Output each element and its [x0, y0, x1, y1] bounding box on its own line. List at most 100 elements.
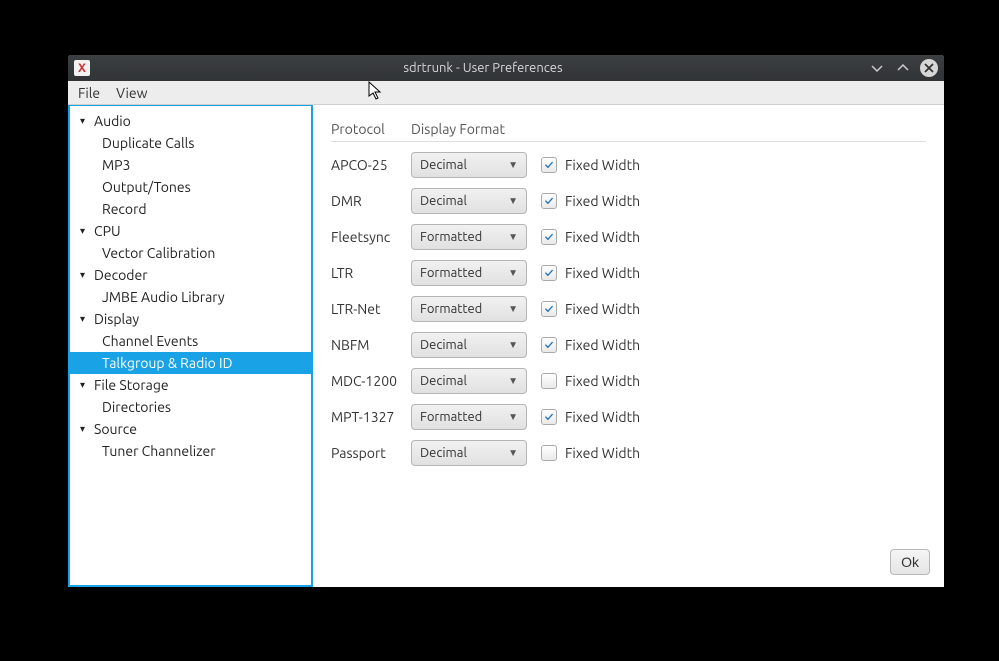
protocol-row: LTR Formatted ▼ Fixed Width: [331, 260, 926, 286]
footer: Ok: [890, 549, 930, 575]
select-value: Formatted: [420, 302, 482, 316]
header-protocol: Protocol: [331, 121, 411, 137]
protocol-row: APCO-25 Decimal ▼ Fixed Width: [331, 152, 926, 178]
tree-parent[interactable]: File Storage: [70, 374, 311, 396]
tree-child[interactable]: MP3: [70, 154, 311, 176]
app-icon: X: [74, 60, 90, 76]
window-title: sdrtrunk - User Preferences: [98, 61, 868, 75]
fixed-width-label: Fixed Width: [565, 193, 640, 209]
display-format-select[interactable]: Formatted ▼: [411, 404, 527, 430]
minimize-icon[interactable]: [868, 59, 886, 77]
select-value: Formatted: [420, 230, 482, 244]
menu-view[interactable]: View: [116, 85, 147, 101]
protocol-label: NBFM: [331, 337, 411, 353]
select-value: Decimal: [420, 158, 467, 172]
main-panel: Protocol Display Format APCO-25Decimal▼F…: [313, 105, 944, 587]
body-area: AudioDuplicate CallsMP3Output/TonesRecor…: [68, 105, 944, 587]
menubar: File View: [68, 81, 944, 105]
chevron-down-icon: ▼: [508, 375, 518, 387]
header-format: Display Format: [411, 121, 541, 137]
display-format-select[interactable]: Decimal ▼: [411, 440, 527, 466]
protocol-label: LTR: [331, 265, 411, 281]
fixed-width-label: Fixed Width: [565, 445, 640, 461]
display-format-select[interactable]: Formatted ▼: [411, 296, 527, 322]
chevron-down-icon: ▼: [508, 267, 518, 279]
tree-child[interactable]: Record: [70, 198, 311, 220]
select-value: Decimal: [420, 338, 467, 352]
titlebar: X sdrtrunk - User Preferences: [68, 55, 944, 81]
chevron-down-icon: ▼: [508, 411, 518, 423]
fixed-width-label: Fixed Width: [565, 409, 640, 425]
chevron-down-icon: ▼: [508, 303, 518, 315]
fixed-width-checkbox[interactable]: [541, 157, 557, 173]
fixed-width-label: Fixed Width: [565, 265, 640, 281]
protocol-label: APCO-25: [331, 157, 411, 173]
sidebar: AudioDuplicate CallsMP3Output/TonesRecor…: [68, 105, 313, 587]
protocol-row: DMR Decimal ▼ Fixed Width: [331, 188, 926, 214]
select-value: Decimal: [420, 194, 467, 208]
display-format-select[interactable]: Decimal ▼: [411, 152, 527, 178]
display-format-select[interactable]: Decimal ▼: [411, 368, 527, 394]
protocol-label: MPT-1327: [331, 409, 411, 425]
protocol-row: Fleetsync Formatted ▼ Fixed Width: [331, 224, 926, 250]
chevron-down-icon: ▼: [508, 231, 518, 243]
ok-button[interactable]: Ok: [890, 549, 930, 575]
fixed-width-checkbox[interactable]: [541, 229, 557, 245]
select-value: Decimal: [420, 446, 467, 460]
rows-container: APCO-25 Decimal ▼ Fixed Width DMR Decimal ▼ Fix…: [331, 152, 926, 466]
chevron-down-icon: ▼: [508, 159, 518, 171]
fixed-width-checkbox[interactable]: [541, 373, 557, 389]
protocol-row: MPT-1327 Formatted ▼ Fixed Width: [331, 404, 926, 430]
protocol-row: Passport Decimal ▼ Fixed Width: [331, 440, 926, 466]
tree-parent[interactable]: Source: [70, 418, 311, 440]
tree-child[interactable]: Tuner Channelizer: [70, 440, 311, 462]
maximize-icon[interactable]: [894, 59, 912, 77]
menu-file[interactable]: File: [78, 85, 100, 101]
fixed-width-checkbox[interactable]: [541, 301, 557, 317]
tree: AudioDuplicate CallsMP3Output/TonesRecor…: [70, 106, 311, 466]
fixed-width-label: Fixed Width: [565, 373, 640, 389]
fixed-width-label: Fixed Width: [565, 229, 640, 245]
select-value: Formatted: [420, 266, 482, 280]
protocol-label: MDC-1200: [331, 373, 411, 389]
fixed-width-checkbox[interactable]: [541, 409, 557, 425]
fixed-width-checkbox[interactable]: [541, 445, 557, 461]
tree-parent[interactable]: CPU: [70, 220, 311, 242]
protocol-label: LTR-Net: [331, 301, 411, 317]
select-value: Formatted: [420, 410, 482, 424]
protocol-label: Passport: [331, 445, 411, 461]
close-icon[interactable]: [920, 59, 938, 77]
display-format-select[interactable]: Formatted ▼: [411, 224, 527, 250]
grid-header: Protocol Display Format: [331, 121, 926, 142]
display-format-select[interactable]: Decimal ▼: [411, 188, 527, 214]
fixed-width-label: Fixed Width: [565, 337, 640, 353]
chevron-down-icon: ▼: [508, 195, 518, 207]
tree-child[interactable]: Talkgroup & Radio ID: [70, 352, 311, 374]
display-format-select[interactable]: Decimal ▼: [411, 332, 527, 358]
preferences-window: X sdrtrunk - User Preferences File View …: [68, 55, 944, 587]
fixed-width-label: Fixed Width: [565, 301, 640, 317]
tree-child[interactable]: Directories: [70, 396, 311, 418]
fixed-width-checkbox[interactable]: [541, 337, 557, 353]
protocol-row: NBFM Decimal ▼ Fixed Width: [331, 332, 926, 358]
tree-child[interactable]: Channel Events: [70, 330, 311, 352]
window-controls: [868, 59, 938, 77]
display-format-select[interactable]: Formatted ▼: [411, 260, 527, 286]
tree-child[interactable]: Vector Calibration: [70, 242, 311, 264]
tree-parent[interactable]: Display: [70, 308, 311, 330]
tree-child[interactable]: Duplicate Calls: [70, 132, 311, 154]
protocol-row: MDC-1200 Decimal ▼ Fixed Width: [331, 368, 926, 394]
protocol-label: Fleetsync: [331, 229, 411, 245]
fixed-width-label: Fixed Width: [565, 157, 640, 173]
tree-child[interactable]: Output/Tones: [70, 176, 311, 198]
fixed-width-checkbox[interactable]: [541, 265, 557, 281]
select-value: Decimal: [420, 374, 467, 388]
tree-child[interactable]: JMBE Audio Library: [70, 286, 311, 308]
protocol-label: DMR: [331, 193, 411, 209]
protocol-row: LTR-Net Formatted ▼ Fixed Width: [331, 296, 926, 322]
fixed-width-checkbox[interactable]: [541, 193, 557, 209]
chevron-down-icon: ▼: [508, 447, 518, 459]
tree-parent[interactable]: Audio: [70, 110, 311, 132]
chevron-down-icon: ▼: [508, 339, 518, 351]
tree-parent[interactable]: Decoder: [70, 264, 311, 286]
